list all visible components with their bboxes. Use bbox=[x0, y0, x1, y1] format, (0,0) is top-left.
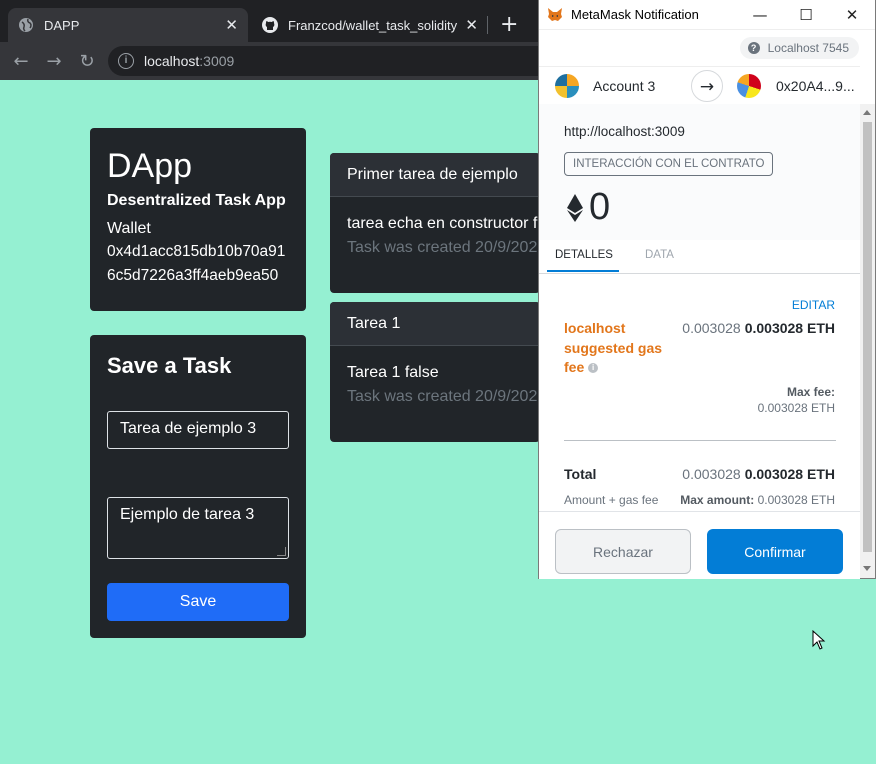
action-footer: Rechazar Confirmar bbox=[539, 511, 860, 579]
app-title: DApp bbox=[107, 147, 193, 185]
save-button[interactable]: Save bbox=[107, 583, 289, 621]
task-description-textarea[interactable]: Ejemplo de tarea 3 bbox=[107, 497, 289, 559]
window-titlebar: MetaMask Notification — ☐ ✕ bbox=[539, 0, 875, 30]
task-card: Tarea 1 Tarea 1 false Task was created 2… bbox=[330, 302, 540, 442]
gas-fee-amount: 0.003028 0.003028 ETH bbox=[682, 320, 835, 336]
task-text[interactable]: tarea echa en constructor false bbox=[347, 215, 540, 233]
reject-button[interactable]: Rechazar bbox=[555, 529, 691, 574]
metamask-fox-icon bbox=[548, 7, 562, 21]
total-label: Total bbox=[564, 466, 597, 482]
info-icon[interactable]: i bbox=[588, 363, 599, 374]
eth-amount: 0 bbox=[589, 186, 611, 228]
mouse-cursor-icon bbox=[812, 630, 826, 650]
total-secondary: 0.003028 bbox=[682, 466, 741, 482]
metamask-notification-window: MetaMask Notification — ☐ ✕ ? Localhost … bbox=[538, 0, 876, 579]
ethereum-icon bbox=[567, 193, 583, 222]
reload-icon[interactable]: ↻ bbox=[76, 51, 98, 73]
task-created: Task was created 20/9/2021 bbox=[347, 239, 540, 256]
recipient-avatar-icon bbox=[737, 74, 761, 98]
scroll-thumb[interactable] bbox=[863, 122, 872, 552]
close-window-icon[interactable]: ✕ bbox=[829, 0, 875, 30]
url-port: :3009 bbox=[199, 53, 235, 69]
transaction-value: 0 bbox=[567, 186, 610, 229]
max-fee-label: Max fee: bbox=[786, 385, 835, 399]
details-tabs: DETALLES DATA bbox=[539, 240, 860, 274]
tab-title: DAPP bbox=[44, 17, 80, 33]
max-amount: Max amount: 0.003028 ETH bbox=[680, 493, 835, 507]
active-tab-indicator bbox=[547, 270, 619, 272]
question-icon: ? bbox=[747, 42, 760, 54]
task-title: Primer tarea de ejemplo bbox=[330, 153, 540, 197]
resize-handle-icon[interactable] bbox=[277, 547, 286, 556]
tab-details[interactable]: DETALLES bbox=[555, 249, 613, 261]
tab-dapp[interactable]: DAPP ✕ bbox=[8, 8, 248, 42]
task-title: Tarea 1 bbox=[330, 302, 540, 346]
account-name[interactable]: Account 3 bbox=[593, 78, 655, 94]
amount-gas-label: Amount + gas fee bbox=[564, 493, 659, 507]
task-card: Primer tarea de ejemplo tarea echa en co… bbox=[330, 153, 540, 293]
total-primary: 0.003028 ETH bbox=[744, 466, 835, 482]
edit-gas-link[interactable]: EDITAR bbox=[792, 298, 835, 312]
task-created: Task was created 20/9/2021 bbox=[347, 388, 540, 405]
close-tab-icon[interactable]: ✕ bbox=[225, 16, 238, 34]
network-bar: ? Localhost 7545 bbox=[539, 30, 875, 66]
github-icon bbox=[262, 17, 278, 33]
back-arrow-icon[interactable]: ← bbox=[10, 51, 32, 73]
network-indicator[interactable]: ? Localhost 7545 bbox=[739, 37, 859, 59]
task-text[interactable]: Tarea 1 false bbox=[347, 364, 523, 382]
save-task-form: Save a Task Tarea de ejemplo 3 Ejemplo d… bbox=[90, 335, 306, 638]
globe-icon bbox=[18, 17, 34, 33]
tab-github[interactable]: Franzcod/wallet_task_solidity ✕ bbox=[252, 8, 488, 42]
gas-fee-secondary: 0.003028 bbox=[682, 320, 741, 336]
url-host: localhost bbox=[144, 53, 200, 69]
divider bbox=[564, 440, 836, 441]
tab-divider bbox=[487, 16, 488, 34]
new-tab-button[interactable]: + bbox=[500, 12, 518, 38]
recipient-address[interactable]: 0x20A4...9... bbox=[776, 78, 855, 94]
scroll-up-icon[interactable] bbox=[863, 110, 871, 115]
window-title: MetaMask Notification bbox=[571, 7, 699, 22]
origin-url: http://localhost:3009 bbox=[564, 124, 685, 139]
max-amount-label: Max amount: bbox=[680, 493, 755, 507]
max-fee-value: 0.003028 ETH bbox=[757, 401, 835, 415]
dapp-info-card: DApp Desentralized Task App Wallet 0x4d1… bbox=[90, 128, 306, 311]
task-title-input[interactable]: Tarea de ejemplo 3 bbox=[107, 411, 289, 449]
total-amount: 0.003028 0.003028 ETH bbox=[682, 466, 835, 482]
gas-fee-label: localhost suggested gas fee i bbox=[564, 319, 676, 378]
wallet-address: 0x4d1acc815db10b70a916c5d7226a3ff4aeb9ea… bbox=[107, 243, 286, 284]
account-avatar-icon bbox=[555, 74, 579, 98]
max-fee: Max fee: 0.003028 ETH bbox=[758, 384, 835, 416]
minimize-icon[interactable]: — bbox=[737, 0, 783, 30]
network-name: Localhost 7545 bbox=[767, 41, 849, 55]
close-tab-icon[interactable]: ✕ bbox=[465, 16, 478, 34]
sender-recipient-row: Account 3 → 0x20A4...9... bbox=[539, 66, 860, 106]
address-bar[interactable]: i localhost:3009 bbox=[108, 46, 568, 76]
contract-interaction-badge: INTERACCIÓN CON EL CONTRATO bbox=[564, 152, 774, 176]
site-info-icon[interactable]: i bbox=[118, 53, 134, 69]
scrollbar[interactable] bbox=[860, 104, 875, 578]
task-description-value: Ejemplo de tarea 3 bbox=[120, 506, 255, 523]
wallet-label: Wallet bbox=[107, 220, 151, 237]
arrow-right-icon: → bbox=[691, 70, 723, 102]
forward-arrow-icon[interactable]: → bbox=[43, 51, 65, 73]
tab-title: Franzcod/wallet_task_solidity bbox=[288, 17, 458, 33]
max-amount-value: 0.003028 ETH bbox=[757, 493, 835, 507]
gas-fee-label-text: localhost suggested gas fee bbox=[564, 320, 663, 375]
gas-fee-primary: 0.003028 ETH bbox=[744, 320, 835, 336]
app-subtitle: Desentralized Task App bbox=[107, 192, 286, 209]
maximize-icon[interactable]: ☐ bbox=[783, 0, 829, 30]
tab-data[interactable]: DATA bbox=[645, 249, 674, 261]
confirm-button[interactable]: Confirmar bbox=[707, 529, 843, 574]
form-heading: Save a Task bbox=[107, 353, 232, 378]
scroll-down-icon[interactable] bbox=[863, 566, 871, 571]
transaction-summary: http://localhost:3009 INTERACCIÓN CON EL… bbox=[539, 104, 860, 240]
